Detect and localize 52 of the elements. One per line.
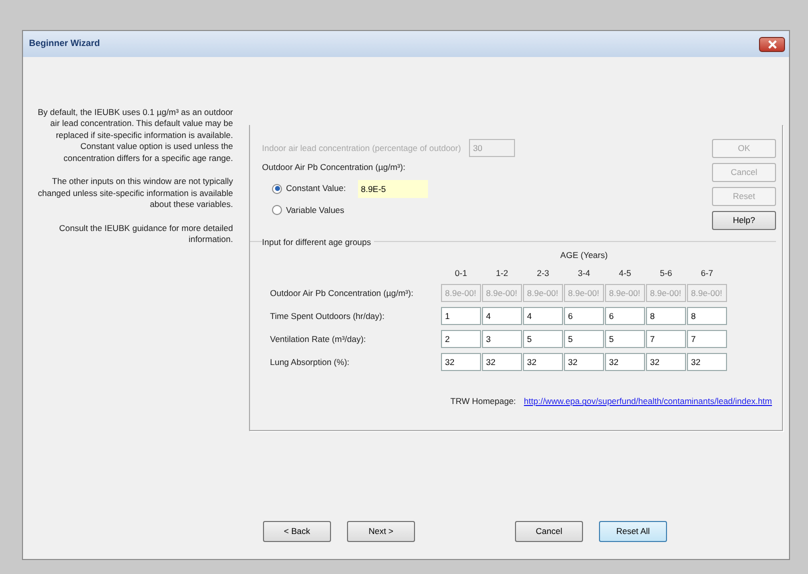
window-title: Beginner Wizard <box>29 37 100 50</box>
value-field[interactable]: 8.9E-5 <box>358 180 428 198</box>
close-button[interactable] <box>759 36 785 52</box>
nav-button[interactable]: Cancel <box>515 520 583 542</box>
cell-field[interactable]: 8 <box>646 307 686 326</box>
cell-field[interactable]: 32 <box>482 353 522 372</box>
column-header: AGE (Years) <box>559 248 609 262</box>
cell-field[interactable]: 32 <box>564 353 604 372</box>
column-header: 0-1 <box>454 266 468 280</box>
cell-field[interactable]: 7 <box>646 330 686 348</box>
cell-field[interactable]: 32 <box>523 353 563 372</box>
row-label: Ventilation Rate (m³/day): <box>270 332 367 346</box>
cell-field[interactable]: 3 <box>482 330 522 348</box>
row-label: Time Spent Outdoors (hr/day): <box>270 310 386 323</box>
radio-option[interactable]: Constant Value: <box>272 182 346 196</box>
cell-field[interactable]: 5 <box>605 330 645 348</box>
link-label: TRW Homepage: <box>450 395 516 408</box>
cell-field[interactable]: 4 <box>482 307 522 326</box>
help-text: By default, the IEUBK uses 0.1 µg/m³ as an outdoor air lead concentration. This default value may be replaced if site-specific information is available. Constant value option is used unless the concentration differs for a specific age range. <box>36 107 233 164</box>
cell-field[interactable]: 6 <box>564 307 604 326</box>
nav-button[interactable]: < Back <box>263 520 331 542</box>
row-label: Lung Absorption (%): <box>270 356 350 369</box>
column-header: 3-4 <box>576 266 592 280</box>
cell-field[interactable]: 32 <box>646 353 686 372</box>
cell-field[interactable]: 2 <box>441 330 481 348</box>
help-text: Consult the IEUBK guidance for more detailed information. <box>58 222 233 246</box>
homepage-link[interactable]: http://www.epa.gov/superfund/health/contaminants/lead/index.htm <box>524 395 772 408</box>
cell-field[interactable]: 5 <box>523 330 563 348</box>
row-label: Outdoor Air Pb Concentration (µg/m³): <box>270 286 414 300</box>
group-title: Input for different age groups <box>262 236 374 249</box>
cell-field[interactable]: 7 <box>687 330 727 348</box>
field-label: Outdoor Air Pb Concentration (µg/m³): <box>262 161 406 174</box>
cell-field[interactable]: 32 <box>605 353 645 372</box>
column-header: 4-5 <box>618 266 632 280</box>
cell-field[interactable]: 6 <box>605 307 645 326</box>
nav-button[interactable]: Reset All <box>599 520 667 542</box>
column-header: 1-2 <box>494 266 510 280</box>
cell-field[interactable]: 32 <box>441 353 481 372</box>
field-label: Indoor air lead concentration (percentage of outdoor) <box>262 142 461 154</box>
cell-field[interactable]: 32 <box>687 353 727 372</box>
nav-button[interactable]: Next > <box>347 520 415 542</box>
dialog-button[interactable]: Help? <box>712 211 776 230</box>
column-header: 5-6 <box>658 266 674 280</box>
cell-field[interactable]: 8 <box>687 307 727 326</box>
cell-field[interactable]: 1 <box>441 307 481 326</box>
cell-field[interactable]: 4 <box>523 307 563 326</box>
column-header: 2-3 <box>536 266 550 280</box>
column-header: 6-7 <box>700 266 714 280</box>
radio-option[interactable]: Variable Values <box>272 204 344 216</box>
cell-field[interactable]: 5 <box>564 330 604 348</box>
help-text: The other inputs on this window are not typically changed unless site-specific information is available about these variables. <box>36 176 233 211</box>
close-icon <box>768 40 776 48</box>
